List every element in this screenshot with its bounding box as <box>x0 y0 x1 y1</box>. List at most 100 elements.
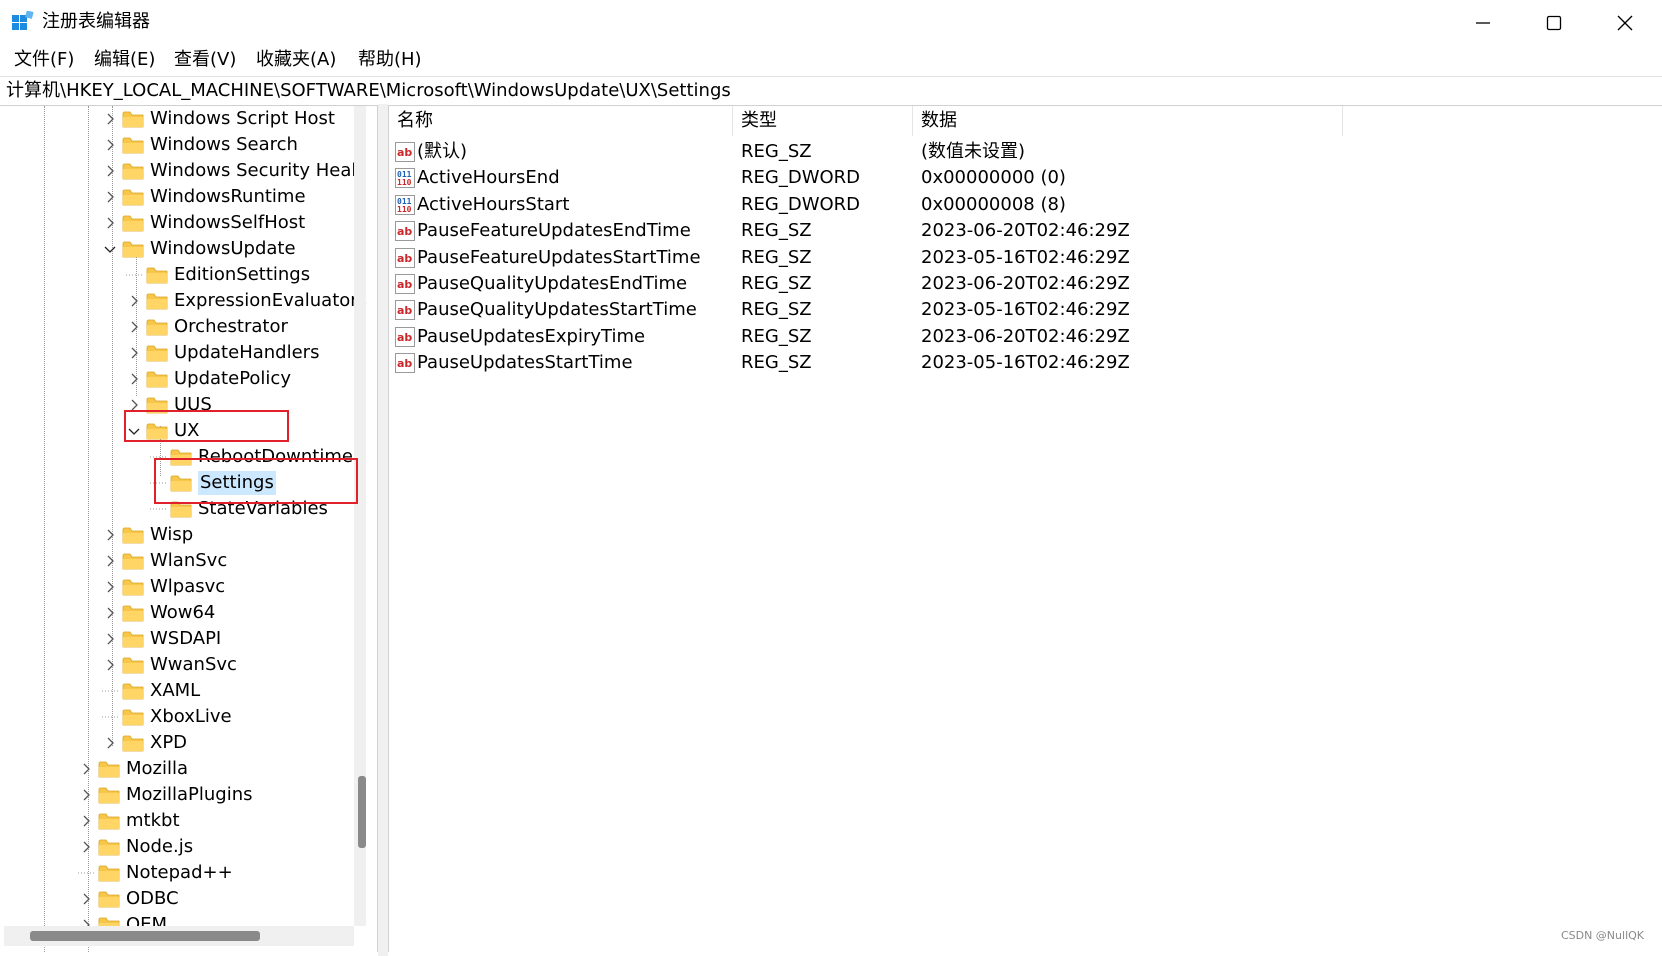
tree-item-wsdapi[interactable]: WSDAPI <box>102 626 221 652</box>
folder-icon <box>98 760 120 778</box>
maximize-button[interactable] <box>1519 0 1589 45</box>
folder-icon <box>98 890 120 908</box>
value-row[interactable]: ab PauseFeatureUpdatesStartTime REG_SZ 2023… <box>389 244 1659 272</box>
chevron-right-icon[interactable] <box>126 366 142 392</box>
value-type: REG_SZ <box>741 246 812 268</box>
value-row[interactable]: ab (默认) REG_SZ (数值未设置) <box>389 138 1659 166</box>
chevron-right-icon[interactable] <box>102 106 118 132</box>
tree-item-wlansvc[interactable]: WlanSvc <box>102 548 227 574</box>
value-name: (默认) <box>417 141 468 162</box>
menu-help[interactable]: 帮助(H) <box>356 48 424 72</box>
string-value-icon: ab <box>395 353 415 374</box>
column-header-data[interactable]: 数据 <box>913 106 1343 136</box>
chevron-right-icon[interactable] <box>78 782 94 808</box>
value-row[interactable]: ab PauseUpdatesStartTime REG_SZ 2023-05-16T… <box>389 349 1659 377</box>
tree-item-windows-search[interactable]: Windows Search <box>102 132 298 158</box>
chevron-right-icon[interactable] <box>102 626 118 652</box>
value-row[interactable]: ab PauseUpdatesExpiryTime REG_SZ 2023-06-20… <box>389 323 1659 351</box>
chevron-right-icon[interactable] <box>102 600 118 626</box>
tree-item-mozilla[interactable]: Mozilla <box>78 756 188 782</box>
menu-bar: 文件(F) 编辑(E) 查看(V) 收藏夹(A) 帮助(H) <box>0 45 1662 75</box>
menu-view[interactable]: 查看(V) <box>172 48 238 72</box>
tree-item-wisp[interactable]: Wisp <box>102 522 193 548</box>
chevron-right-icon[interactable] <box>126 340 142 366</box>
chevron-right-icon[interactable] <box>102 522 118 548</box>
tree-item-mozillaplugins[interactable]: MozillaPlugins <box>78 782 253 808</box>
tree-item-editionsettings[interactable]: EditionSettings <box>126 262 310 288</box>
tree-item-label: Mozilla <box>126 758 189 779</box>
folder-icon <box>122 110 144 128</box>
tree-horizontal-scroll-thumb[interactable] <box>30 931 260 941</box>
chevron-right-icon[interactable] <box>126 314 142 340</box>
value-data: 0x00000008 (8) <box>921 193 1066 215</box>
tree-item-odbc[interactable]: ODBC <box>78 886 179 912</box>
chevron-right-icon[interactable] <box>78 808 94 834</box>
chevron-right-icon[interactable] <box>102 652 118 678</box>
folder-icon <box>122 630 144 648</box>
chevron-right-icon[interactable] <box>102 158 118 184</box>
column-header-name[interactable]: 名称 <box>389 106 733 136</box>
chevron-right-icon[interactable] <box>102 132 118 158</box>
registry-editor-app-icon <box>12 11 34 30</box>
tree-item-wow64[interactable]: Wow64 <box>102 600 215 626</box>
value-row[interactable]: 011 110 ActiveHoursStart REG_DWORD 0x0000000… <box>389 191 1659 219</box>
value-row[interactable]: ab PauseQualityUpdatesEndTime REG_SZ 2023-0… <box>389 270 1659 298</box>
value-row[interactable]: ab PauseFeatureUpdatesEndTime REG_SZ 2023-0… <box>389 217 1659 245</box>
chevron-right-icon[interactable] <box>78 834 94 860</box>
tree-connector <box>102 678 118 704</box>
chevron-right-icon[interactable] <box>102 574 118 600</box>
tree-item-wwansvc[interactable]: WwanSvc <box>102 652 237 678</box>
tree-item-xaml[interactable]: XAML <box>102 678 200 704</box>
tree-item-windows-security-heal[interactable]: Windows Security Heal <box>102 158 356 184</box>
tree-item-windowsupdate[interactable]: WindowsUpdate <box>102 236 296 262</box>
svg-text:110: 110 <box>397 178 412 187</box>
string-value-icon: ab <box>395 326 415 347</box>
chevron-right-icon[interactable] <box>78 886 94 912</box>
tree-vertical-scroll-thumb[interactable] <box>358 776 366 848</box>
close-button[interactable] <box>1590 0 1660 45</box>
value-type: REG_SZ <box>741 325 812 347</box>
address-path[interactable]: 计算机\HKEY_LOCAL_MACHINE\SOFTWARE\Microsof… <box>6 79 731 103</box>
key-tree-pane[interactable]: Windows Script Host Windows Search Windows… <box>4 106 378 952</box>
pane-splitter[interactable] <box>378 104 388 956</box>
tree-item-windowsruntime[interactable]: WindowsRuntime <box>102 184 306 210</box>
folder-icon <box>122 604 144 622</box>
tree-item-label: Notepad++ <box>126 862 233 883</box>
chevron-right-icon[interactable] <box>102 184 118 210</box>
value-data: 2023-05-16T02:46:29Z <box>921 352 1130 374</box>
tree-item-xboxlive[interactable]: XboxLive <box>102 704 232 730</box>
chevron-right-icon[interactable] <box>126 288 142 314</box>
chevron-right-icon[interactable] <box>102 730 118 756</box>
value-data: 2023-05-16T02:46:29Z <box>921 299 1130 321</box>
tree-item-label: WindowsRuntime <box>150 186 306 207</box>
tree-item-windows-script-host[interactable]: Windows Script Host <box>102 106 335 132</box>
tree-item-node-js[interactable]: Node.js <box>78 834 193 860</box>
tree-item-expressionevaluators[interactable]: ExpressionEvaluators <box>126 288 367 314</box>
value-data: 2023-05-16T02:46:29Z <box>921 246 1130 268</box>
tree-item-wlpasvc[interactable]: Wlpasvc <box>102 574 225 600</box>
tree-item-notepad-[interactable]: Notepad++ <box>78 860 233 886</box>
tree-item-windowsselfhost[interactable]: WindowsSelfHost <box>102 210 305 236</box>
tree-item-mtkbt[interactable]: mtkbt <box>78 808 180 834</box>
value-list-pane: 名称 类型 数据 ab (默认) REG_SZ (数值未设置) 011 110 Active… <box>388 106 1659 952</box>
value-row[interactable]: 011 110 ActiveHoursEnd REG_DWORD 0x00000000 … <box>389 164 1659 192</box>
menu-favorites[interactable]: 收藏夹(A) <box>254 48 338 72</box>
minimize-button[interactable] <box>1448 0 1518 45</box>
chevron-right-icon[interactable] <box>102 210 118 236</box>
chevron-down-icon[interactable] <box>102 236 118 262</box>
menu-edit[interactable]: 编辑(E) <box>92 48 157 72</box>
value-row[interactable]: ab PauseQualityUpdatesStartTime REG_SZ 2023… <box>389 296 1659 324</box>
svg-text:ab: ab <box>397 331 412 344</box>
tree-item-updatepolicy[interactable]: UpdatePolicy <box>126 366 291 392</box>
column-header-type[interactable]: 类型 <box>733 106 913 136</box>
chevron-right-icon[interactable] <box>78 756 94 782</box>
menu-file[interactable]: 文件(F) <box>12 48 76 72</box>
chevron-right-icon[interactable] <box>102 548 118 574</box>
tree-connector <box>78 860 94 886</box>
tree-item-xpd[interactable]: XPD <box>102 730 187 756</box>
address-bar[interactable]: 计算机\HKEY_LOCAL_MACHINE\SOFTWARE\Microsof… <box>0 76 1662 106</box>
tree-item-orchestrator[interactable]: Orchestrator <box>126 314 288 340</box>
value-name: PauseUpdatesStartTime <box>417 352 633 374</box>
folder-icon <box>122 578 144 596</box>
tree-item-updatehandlers[interactable]: UpdateHandlers <box>126 340 319 366</box>
